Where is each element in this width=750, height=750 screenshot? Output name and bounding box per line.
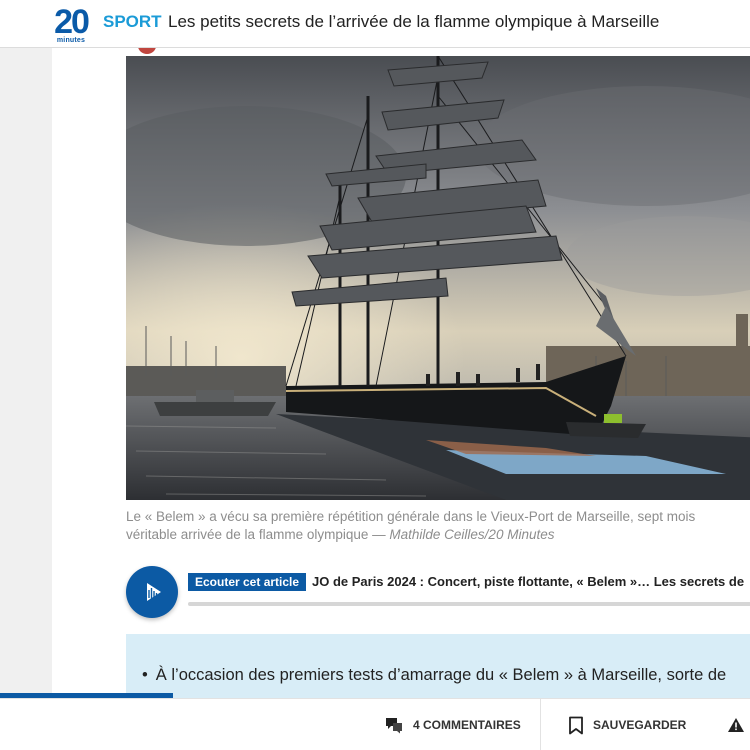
audio-title: JO de Paris 2024 : Concert, piste flotta… xyxy=(312,574,745,589)
site-header: 20 minutes SPORT Les petits secrets de l… xyxy=(0,0,750,48)
photo-credit: Mathilde Ceilles/20 Minutes xyxy=(389,527,555,542)
comments-button[interactable]: 4 COMMENTAIRES xyxy=(384,699,521,750)
caption-text: véritable arrivée de la flamme olympique… xyxy=(126,527,386,542)
comments-icon xyxy=(386,718,402,734)
caption-line-2: véritable arrivée de la flamme olympique… xyxy=(126,526,750,544)
author-avatar[interactable] xyxy=(136,48,158,56)
audio-play-icon xyxy=(147,583,161,601)
article-photo[interactable] xyxy=(126,56,750,500)
save-button[interactable]: SAUVEGARDER xyxy=(568,699,686,750)
reading-progress-bar xyxy=(0,693,173,698)
photo-caption: Le « Belem » a vécu sa première répétiti… xyxy=(126,508,750,544)
summary-bullet: À l’occasion des premiers tests d’amarra… xyxy=(142,666,726,685)
bookmark-icon xyxy=(569,716,583,734)
audio-progress-track[interactable] xyxy=(188,602,750,606)
report-button[interactable] xyxy=(727,699,750,750)
article-summary-box: À l’occasion des premiers tests d’amarra… xyxy=(126,634,750,698)
section-label[interactable]: SPORT xyxy=(103,12,162,32)
audio-play-button[interactable] xyxy=(126,566,178,618)
page-title: Les petits secrets de l’arrivée de la fl… xyxy=(168,12,660,31)
audio-player: Ecouter cet article JO de Paris 2024 : C… xyxy=(126,566,750,622)
save-label: SAUVEGARDER xyxy=(593,718,687,732)
bottom-action-bar: 4 COMMENTAIRES SAUVEGARDER xyxy=(0,698,750,750)
svg-text:20: 20 xyxy=(54,4,89,41)
20minutes-logo[interactable]: 20 minutes xyxy=(50,4,92,44)
bar-divider xyxy=(540,699,541,750)
article-body: Le « Belem » a vécu sa première répétiti… xyxy=(52,48,750,698)
left-gutter xyxy=(0,48,52,698)
belem-ship-photo xyxy=(126,56,750,500)
alert-icon xyxy=(728,718,744,732)
logo-subtext: minutes xyxy=(56,37,86,44)
listen-article-badge[interactable]: Ecouter cet article xyxy=(188,573,307,591)
caption-line-1: Le « Belem » a vécu sa première répétiti… xyxy=(126,509,696,524)
comments-label: 4 COMMENTAIRES xyxy=(413,718,521,732)
